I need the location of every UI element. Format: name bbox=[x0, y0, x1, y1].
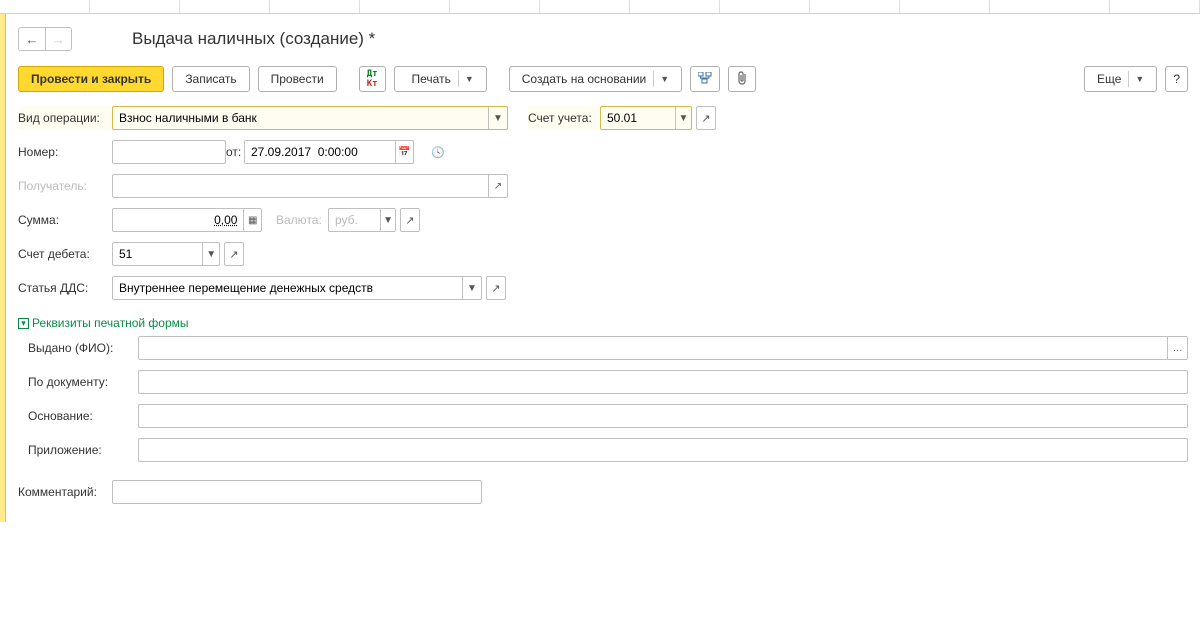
structure-icon bbox=[698, 72, 712, 87]
recipient-input[interactable] bbox=[113, 175, 488, 197]
comment-label: Комментарий: bbox=[18, 485, 112, 499]
sum-input[interactable] bbox=[113, 209, 243, 231]
chevron-down-icon: ▼ bbox=[458, 71, 474, 87]
open-icon[interactable]: ↗ bbox=[224, 242, 244, 266]
operation-type-input[interactable] bbox=[113, 107, 488, 129]
dropdown-icon[interactable]: ▼ bbox=[675, 107, 691, 129]
appendix-label: Приложение: bbox=[28, 443, 138, 457]
dropdown-icon[interactable]: ▼ bbox=[202, 243, 219, 265]
structure-button[interactable] bbox=[690, 66, 720, 92]
debit-account-label: Счет дебета: bbox=[18, 247, 112, 261]
dropdown-icon[interactable]: ▼ bbox=[488, 107, 507, 129]
help-button[interactable]: ? bbox=[1165, 66, 1188, 92]
basis-label: Основание: bbox=[28, 409, 138, 423]
print-button[interactable]: Печать ▼ bbox=[394, 66, 487, 92]
dt-kt-button[interactable]: ДтКт bbox=[359, 66, 386, 92]
from-label: от: bbox=[226, 145, 238, 159]
account-input[interactable] bbox=[601, 107, 675, 129]
issued-label: Выдано (ФИО): bbox=[28, 341, 138, 355]
create-based-button[interactable]: Создать на основании ▼ bbox=[509, 66, 682, 92]
currency-input[interactable] bbox=[329, 209, 380, 231]
dds-input[interactable] bbox=[113, 277, 462, 299]
ellipsis-icon[interactable]: … bbox=[1167, 337, 1187, 359]
currency-label: Валюта: bbox=[276, 213, 328, 227]
paperclip-icon bbox=[736, 71, 748, 88]
print-label: Печать bbox=[412, 72, 451, 86]
print-requisites-label: Реквизиты печатной формы bbox=[32, 316, 189, 330]
nav-forward-button[interactable]: → bbox=[45, 28, 71, 50]
open-icon[interactable]: ↗ bbox=[696, 106, 716, 130]
write-button[interactable]: Записать bbox=[172, 66, 249, 92]
more-button[interactable]: Еще ▼ bbox=[1084, 66, 1157, 92]
date-input[interactable] bbox=[245, 141, 395, 163]
open-icon[interactable]: ↗ bbox=[400, 208, 420, 232]
issued-input[interactable] bbox=[139, 337, 1167, 359]
dropdown-icon[interactable]: ▼ bbox=[462, 277, 481, 299]
chevron-down-icon: ▼ bbox=[653, 71, 669, 87]
open-icon[interactable]: ↗ bbox=[488, 175, 507, 197]
print-requisites-toggle[interactable]: ▾ Реквизиты печатной формы bbox=[18, 310, 1188, 336]
open-icon[interactable]: ↗ bbox=[486, 276, 506, 300]
attachment-button[interactable] bbox=[728, 66, 756, 92]
document-input[interactable] bbox=[139, 371, 1187, 393]
create-based-label: Создать на основании bbox=[522, 72, 647, 86]
clock-icon[interactable]: 🕓 bbox=[428, 140, 448, 164]
more-label: Еще bbox=[1097, 72, 1121, 86]
calendar-icon[interactable]: 📅 bbox=[395, 141, 413, 163]
recipient-label: Получатель: bbox=[18, 179, 112, 193]
dds-label: Статья ДДС: bbox=[18, 281, 112, 295]
dt-kt-icon: ДтКт bbox=[367, 69, 378, 89]
dropdown-icon[interactable]: ▼ bbox=[380, 209, 395, 231]
number-input[interactable] bbox=[113, 141, 225, 163]
page-title: Выдача наличных (создание) * bbox=[132, 29, 375, 49]
basis-input[interactable] bbox=[139, 405, 1187, 427]
appendix-input[interactable] bbox=[139, 439, 1187, 461]
account-label: Счет учета: bbox=[528, 106, 600, 130]
blank-tab-bar bbox=[0, 0, 1200, 14]
nav-group: ← → bbox=[18, 27, 72, 51]
post-button[interactable]: Провести bbox=[258, 66, 337, 92]
calculator-icon[interactable]: ▦ bbox=[243, 209, 261, 231]
chevron-down-icon: ▼ bbox=[1128, 71, 1144, 87]
nav-back-button[interactable]: ← bbox=[19, 28, 45, 50]
operation-type-label: Вид операции: bbox=[18, 106, 112, 130]
debit-account-input[interactable] bbox=[113, 243, 202, 265]
number-label: Номер: bbox=[18, 145, 112, 159]
sum-label: Сумма: bbox=[18, 213, 112, 227]
post-and-close-button[interactable]: Провести и закрыть bbox=[18, 66, 164, 92]
document-label: По документу: bbox=[28, 375, 138, 389]
chevron-down-icon: ▾ bbox=[18, 318, 29, 329]
comment-input[interactable] bbox=[113, 481, 481, 503]
